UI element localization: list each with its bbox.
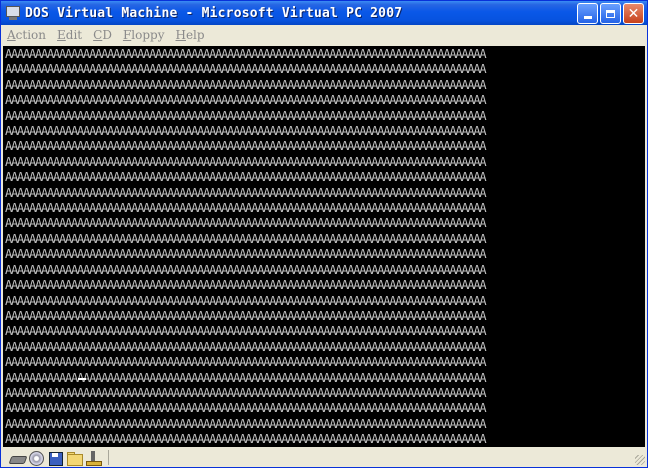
- title-bar[interactable]: DOS Virtual Machine - Microsoft Virtual …: [1, 1, 647, 25]
- status-bar: [1, 448, 647, 467]
- text-cursor: [78, 378, 86, 380]
- maximize-icon: [606, 9, 615, 18]
- menu-edit[interactable]: Edit: [51, 28, 87, 42]
- window-controls: ✕: [577, 3, 644, 24]
- window-title: DOS Virtual Machine - Microsoft Virtual …: [25, 5, 403, 21]
- menu-cd[interactable]: CD: [87, 28, 117, 42]
- shared-folder-icon[interactable]: [66, 450, 83, 466]
- menu-help[interactable]: Help: [169, 28, 209, 42]
- virtual-pc-app-icon[interactable]: [5, 5, 21, 21]
- close-button[interactable]: ✕: [623, 3, 644, 24]
- cd-drive-icon[interactable]: [28, 450, 44, 466]
- vm-display[interactable]: AAAAAAAAAAAAAAAAAAAAAAAAAAAAAAAAAAAAAAAA…: [3, 46, 645, 447]
- minimize-icon: [583, 16, 592, 19]
- vpc-window: DOS Virtual Machine - Microsoft Virtual …: [0, 0, 648, 468]
- maximize-button[interactable]: [600, 3, 621, 24]
- floppy-drive-icon[interactable]: [47, 450, 63, 466]
- menu-action[interactable]: Action: [1, 28, 51, 42]
- resize-grip[interactable]: [635, 455, 645, 465]
- dos-screen-text: AAAAAAAAAAAAAAAAAAAAAAAAAAAAAAAAAAAAAAAA…: [5, 47, 487, 447]
- menu-bar: Action Edit CD Floppy Help: [1, 25, 647, 45]
- hard-disk-icon[interactable]: [8, 450, 28, 466]
- minimize-button[interactable]: [577, 3, 598, 24]
- menu-floppy[interactable]: Floppy: [117, 28, 170, 42]
- close-icon: ✕: [627, 5, 640, 22]
- status-divider: [108, 450, 109, 465]
- network-icon[interactable]: [85, 450, 102, 466]
